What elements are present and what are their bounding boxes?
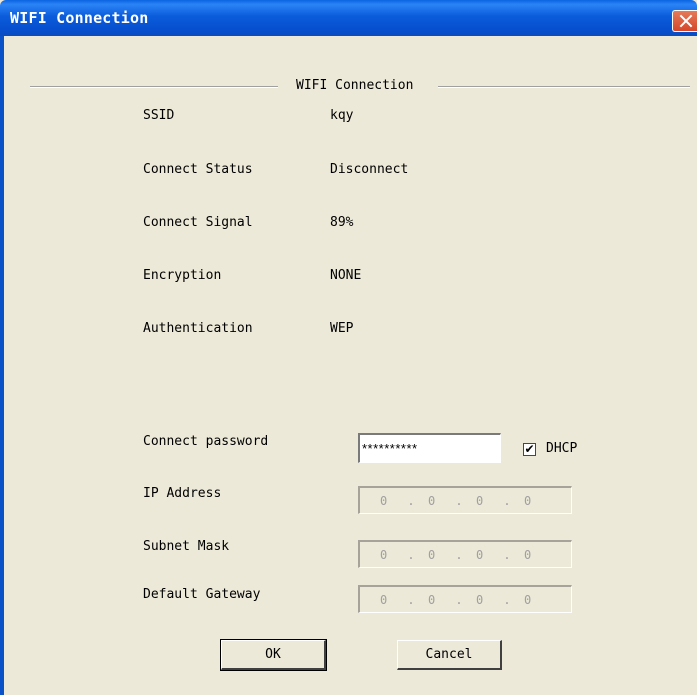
close-icon[interactable] [672,10,697,32]
ip-octet: 0 [428,493,436,508]
ok-button[interactable]: OK [220,639,327,671]
mask-octet: 0 [476,547,484,562]
ip-address-field: 0 . 0 . 0 . 0 [358,486,572,514]
mask-dot: . [407,547,415,562]
connect-status-label: Connect Status [143,162,253,177]
ip-octet: 0 [476,493,484,508]
password-label: Connect password [143,434,269,449]
cancel-button[interactable]: Cancel [397,640,502,670]
gateway-octet: 0 [476,592,484,607]
gateway-octet: 0 [428,592,436,607]
group-title: WIFI Connection [293,78,417,93]
group-divider-left [30,86,278,88]
title-bar[interactable]: WIFI Connection [0,0,697,36]
ssid-value: kqy [330,108,354,123]
mask-dot: . [455,547,463,562]
gateway-octet: 0 [380,592,388,607]
gateway-dot: . [455,592,463,607]
default-gateway-label: Default Gateway [143,587,261,602]
ip-dot: . [455,493,463,508]
encryption-value: NONE [330,268,362,283]
subnet-mask-field: 0 . 0 . 0 . 0 [358,540,572,568]
authentication-value: WEP [330,321,354,336]
mask-octet: 0 [428,547,436,562]
password-input[interactable]: ********** [358,433,501,463]
gateway-octet: 0 [524,592,532,607]
connect-signal-value: 89% [330,215,354,230]
ip-dot: . [503,493,511,508]
connect-status-value: Disconnect [330,162,409,177]
ip-address-label: IP Address [143,486,222,501]
ip-octet: 0 [380,493,388,508]
window-frame-left [0,36,4,695]
mask-dot: . [503,547,511,562]
subnet-mask-label: Subnet Mask [143,539,230,554]
connect-signal-label: Connect Signal [143,215,253,230]
gateway-dot: . [503,592,511,607]
dhcp-label[interactable]: DHCP [546,441,577,456]
encryption-label: Encryption [143,268,222,283]
window-title: WIFI Connection [10,9,149,27]
ip-octet: 0 [524,493,532,508]
gateway-dot: . [407,592,415,607]
mask-octet: 0 [524,547,532,562]
ip-dot: . [407,493,415,508]
mask-octet: 0 [380,547,388,562]
dhcp-checkbox[interactable]: ✔ [523,443,536,456]
ssid-label: SSID [143,108,175,123]
group-divider-right [438,86,690,88]
authentication-label: Authentication [143,321,253,336]
default-gateway-field: 0 . 0 . 0 . 0 [358,585,572,613]
